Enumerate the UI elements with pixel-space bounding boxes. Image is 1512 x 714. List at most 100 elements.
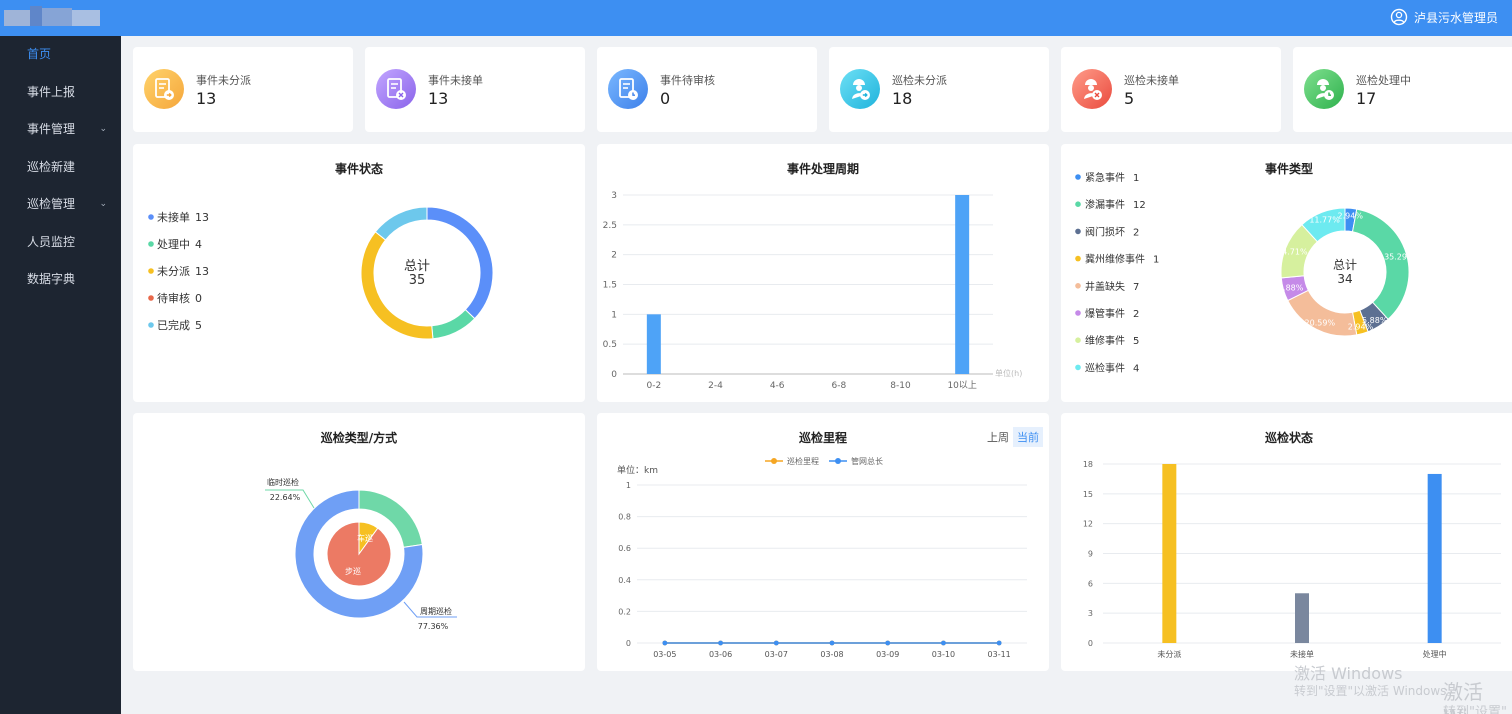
sidebar-item-label: 人员监控 [27,234,76,249]
data-point[interactable] [829,640,835,646]
x-tick-label: 2-4 [708,381,723,391]
bar[interactable] [1427,473,1442,643]
legend-label[interactable]: 管网总长 [851,456,883,466]
unit-label: 单位(h) [995,368,1022,378]
y-tick-label: 2.5 [603,221,617,231]
sidebar-item-label: 事件上报 [27,84,76,99]
legend-label[interactable]: 紧急事件 [1085,171,1125,184]
legend-label[interactable]: 已完成 [157,318,190,332]
inner-slice-label: 车巡 [357,533,373,543]
event-status-slice [374,206,428,241]
sidebar-item-event-report[interactable]: 事件上报 [0,74,121,112]
slice-label: 5.88% [1278,283,1304,292]
legend-marker [1075,364,1081,371]
data-point[interactable] [996,640,1002,646]
sidebar-item-patrol-new[interactable]: 巡检新建 [0,149,121,187]
legend-marker [148,322,154,328]
stat-card-patrol-unassigned[interactable]: 巡检未分派 18 [829,47,1049,132]
y-tick-label: 0.5 [603,340,617,350]
x-tick-label: 未接单 [1290,649,1314,659]
y-tick-label: 9 [1088,550,1093,559]
sidebar-item-event-management[interactable]: 事件管理 ⌄ [0,111,121,149]
stat-label: 巡检未接单 [1124,74,1179,87]
worker-arrow-icon [840,69,880,109]
x-tick-label: 10以上 [947,380,976,391]
stat-card-patrol-processing[interactable]: 巡检处理中 17 [1293,47,1512,132]
legend-label[interactable]: 冀州维修事件 [1085,253,1145,266]
x-tick-label: 03-08 [820,650,843,659]
data-point[interactable] [773,640,779,646]
slice-label: 14.71% [1277,248,1308,257]
legend-label[interactable]: 未接单 [157,211,190,224]
sidebar-item-personnel-monitor[interactable]: 人员监控 [0,224,121,262]
app-logo [4,6,100,28]
x-tick-label: 0-2 [646,381,661,391]
stat-card-patrol-unaccepted[interactable]: 巡检未接单 5 [1061,47,1281,132]
legend-marker [1075,228,1081,235]
bar[interactable] [955,195,970,374]
y-tick-label: 15 [1083,490,1093,499]
y-tick-label: 1.5 [603,281,617,291]
legend-label[interactable]: 待审核 [157,291,190,305]
legend-marker [771,458,777,464]
legend-label[interactable]: 井盖缺失 [1085,280,1125,293]
stat-card-event-pending-review[interactable]: 事件待审核 0 [597,47,817,132]
legend-value: 2 [1133,227,1139,238]
stat-label: 巡检未分派 [892,74,947,87]
x-tick-label: 03-05 [653,650,676,659]
legend-label[interactable]: 渗漏事件 [1085,198,1125,211]
legend-value: 1 [1133,173,1139,184]
sidebar-item-home[interactable]: 首页 [0,36,121,74]
y-tick-label: 1 [626,481,631,490]
event-status-slice [431,308,476,340]
event-status-chart: 未接单 13 处理中 4 未分派 13 待审核 0 已完成 5 总计35 [148,206,494,340]
center-total-label: 总计 [404,259,430,274]
stat-value: 18 [892,89,913,108]
legend-marker [835,458,841,464]
legend-label[interactable]: 未分派 [157,265,190,278]
worker-x-icon [1072,69,1112,109]
stat-card-event-unassigned[interactable]: 事件未分派 13 [133,47,353,132]
stat-label: 事件未分派 [196,74,251,87]
legend-marker [148,295,154,301]
legend-label[interactable]: 维修事件 [1085,334,1125,347]
outer-slice-label: 周期巡检 [420,606,452,616]
legend-label[interactable]: 巡检里程 [787,456,819,466]
sidebar-item-data-dictionary[interactable]: 数据字典 [0,261,121,299]
center-total-value: 34 [1337,272,1352,286]
user-name: 泸县污水管理员 [1413,10,1498,25]
sidebar-item-label: 首页 [27,47,52,61]
data-point[interactable] [885,640,891,646]
slice-label: 2.94% [1348,322,1374,331]
data-point[interactable] [662,640,668,646]
user-menu[interactable]: 泸县污水管理员 [1390,8,1498,26]
worker-clock-icon [1304,69,1344,109]
legend-marker [1075,201,1081,207]
legend-value: 13 [195,265,209,278]
mileage-chart: 巡检里程 管网总长单位：km 0 0.2 0.4 0.6 0.8 1 03-05 03-06 03-… [617,456,1027,659]
y-tick-label: 12 [1083,520,1093,529]
stat-card-event-unaccepted[interactable]: 事件未接单 13 [365,47,585,132]
y-tick-label: 0 [611,370,617,380]
y-tick-label: 0.8 [618,513,631,522]
stat-value: 0 [660,89,671,108]
legend-label[interactable]: 处理中 [157,238,190,251]
bar[interactable] [1295,593,1309,643]
bar[interactable] [646,314,661,374]
event-cycle-chart: 0 0.5 1 1.5 2 2.5 3 0-2 2-4 4-6 6-8 8-10 10以上 单位(h) [603,191,1023,391]
y-tick-label: 0.6 [618,544,631,553]
legend-label[interactable]: 阀门损坏 [1085,225,1125,238]
legend-marker [148,241,154,247]
legend-label[interactable]: 巡检事件 [1085,361,1125,374]
data-point[interactable] [718,640,723,646]
bar[interactable] [1162,464,1177,643]
data-point[interactable] [941,640,946,646]
watermark-text: 转到"设置"以激活 Windows。 [1294,684,1459,698]
legend-label[interactable]: 爆管事件 [1085,307,1125,320]
y-tick-label: 6 [1088,579,1093,588]
event-type-chart: 紧急事件 1 渗漏事件 12 阀门损坏 2 冀州维修事件 1 井盖缺失 7 爆管事件 2 维修事件 5 巡检… [1075,171,1415,374]
legend-marker [1075,310,1081,316]
y-tick-label: 0 [1088,639,1093,648]
sidebar-item-patrol-management[interactable]: 巡检管理 ⌄ [0,186,121,224]
panel-mileage: 巡检里程 上周 当前 巡检里程 管网总长 单位：km 0 0.2 0.4 0.6 0.8 1 03… [597,413,1049,671]
